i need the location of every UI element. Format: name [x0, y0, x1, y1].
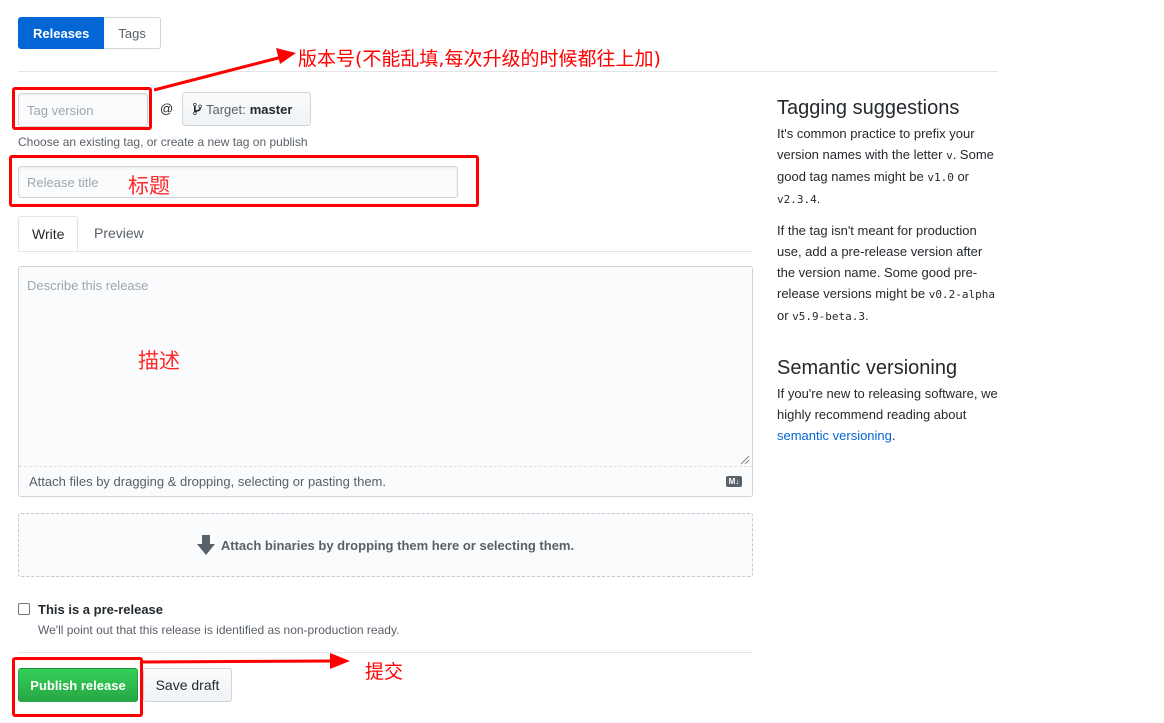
semantic-versioning: Semantic versioning If you're new to rel… — [777, 356, 999, 446]
annotation-box-title — [9, 155, 479, 207]
prerelease-note: We'll point out that this release is ide… — [38, 623, 400, 637]
prerelease-checkbox[interactable] — [18, 603, 30, 615]
annotation-box-publish — [12, 657, 143, 717]
divider-bottom — [18, 652, 753, 653]
annotation-submit: 提交 — [365, 661, 404, 683]
description-placeholder: Describe this release — [27, 278, 149, 293]
semver-title: Semantic versioning — [777, 357, 958, 379]
resize-handle-icon[interactable] — [740, 455, 750, 465]
editor-tabs: Write Preview — [18, 216, 753, 252]
description-textarea[interactable]: Describe this release Attach files by dr… — [18, 266, 753, 497]
annotation-title: 标题 — [128, 174, 170, 198]
annotation-version: 版本号(不能乱填,每次升级的时候都往上加) — [298, 48, 661, 70]
prerelease-label[interactable]: This is a pre-release — [38, 602, 163, 617]
tag-hint: Choose an existing tag, or create a new … — [18, 135, 308, 149]
target-branch-button[interactable]: Target: master — [182, 92, 311, 126]
annotation-box-tag — [12, 87, 152, 130]
at-sign: @ — [160, 101, 174, 116]
tab-releases[interactable]: Releases — [18, 17, 105, 49]
attach-files-bar[interactable]: Attach files by dragging & dropping, sel… — [19, 466, 752, 496]
attach-files-hint: Attach files by dragging & dropping, sel… — [29, 474, 386, 489]
arrow-down-icon — [196, 535, 215, 555]
target-value: master — [249, 101, 293, 117]
annotation-description: 描述 — [138, 349, 180, 373]
annotation-arrow-version — [153, 48, 296, 92]
tagging-paragraph-1: It's common practice to prefix your vers… — [777, 126, 994, 206]
semver-link[interactable]: semantic versioning — [777, 428, 892, 443]
markdown-icon[interactable]: M↓ — [726, 476, 742, 487]
tagging-suggestions: Tagging suggestions It's common practice… — [777, 96, 999, 327]
binaries-hint: Attach binaries by dropping them here or… — [220, 537, 575, 553]
branch-icon — [193, 102, 202, 116]
annotation-arrow-submit — [141, 653, 350, 669]
release-tabs: Releases Tags — [18, 17, 161, 51]
tab-write[interactable]: Write — [18, 216, 79, 251]
binaries-dropzone[interactable]: Attach binaries by dropping them here or… — [18, 513, 753, 577]
tab-preview[interactable]: Preview — [81, 216, 157, 251]
semver-paragraph: If you're new to releasing software, we … — [777, 386, 998, 443]
tagging-paragraph-2: If the tag isn't meant for production us… — [777, 223, 995, 323]
tagging-title: Tagging suggestions — [777, 97, 960, 119]
target-label: Target: — [206, 101, 246, 117]
